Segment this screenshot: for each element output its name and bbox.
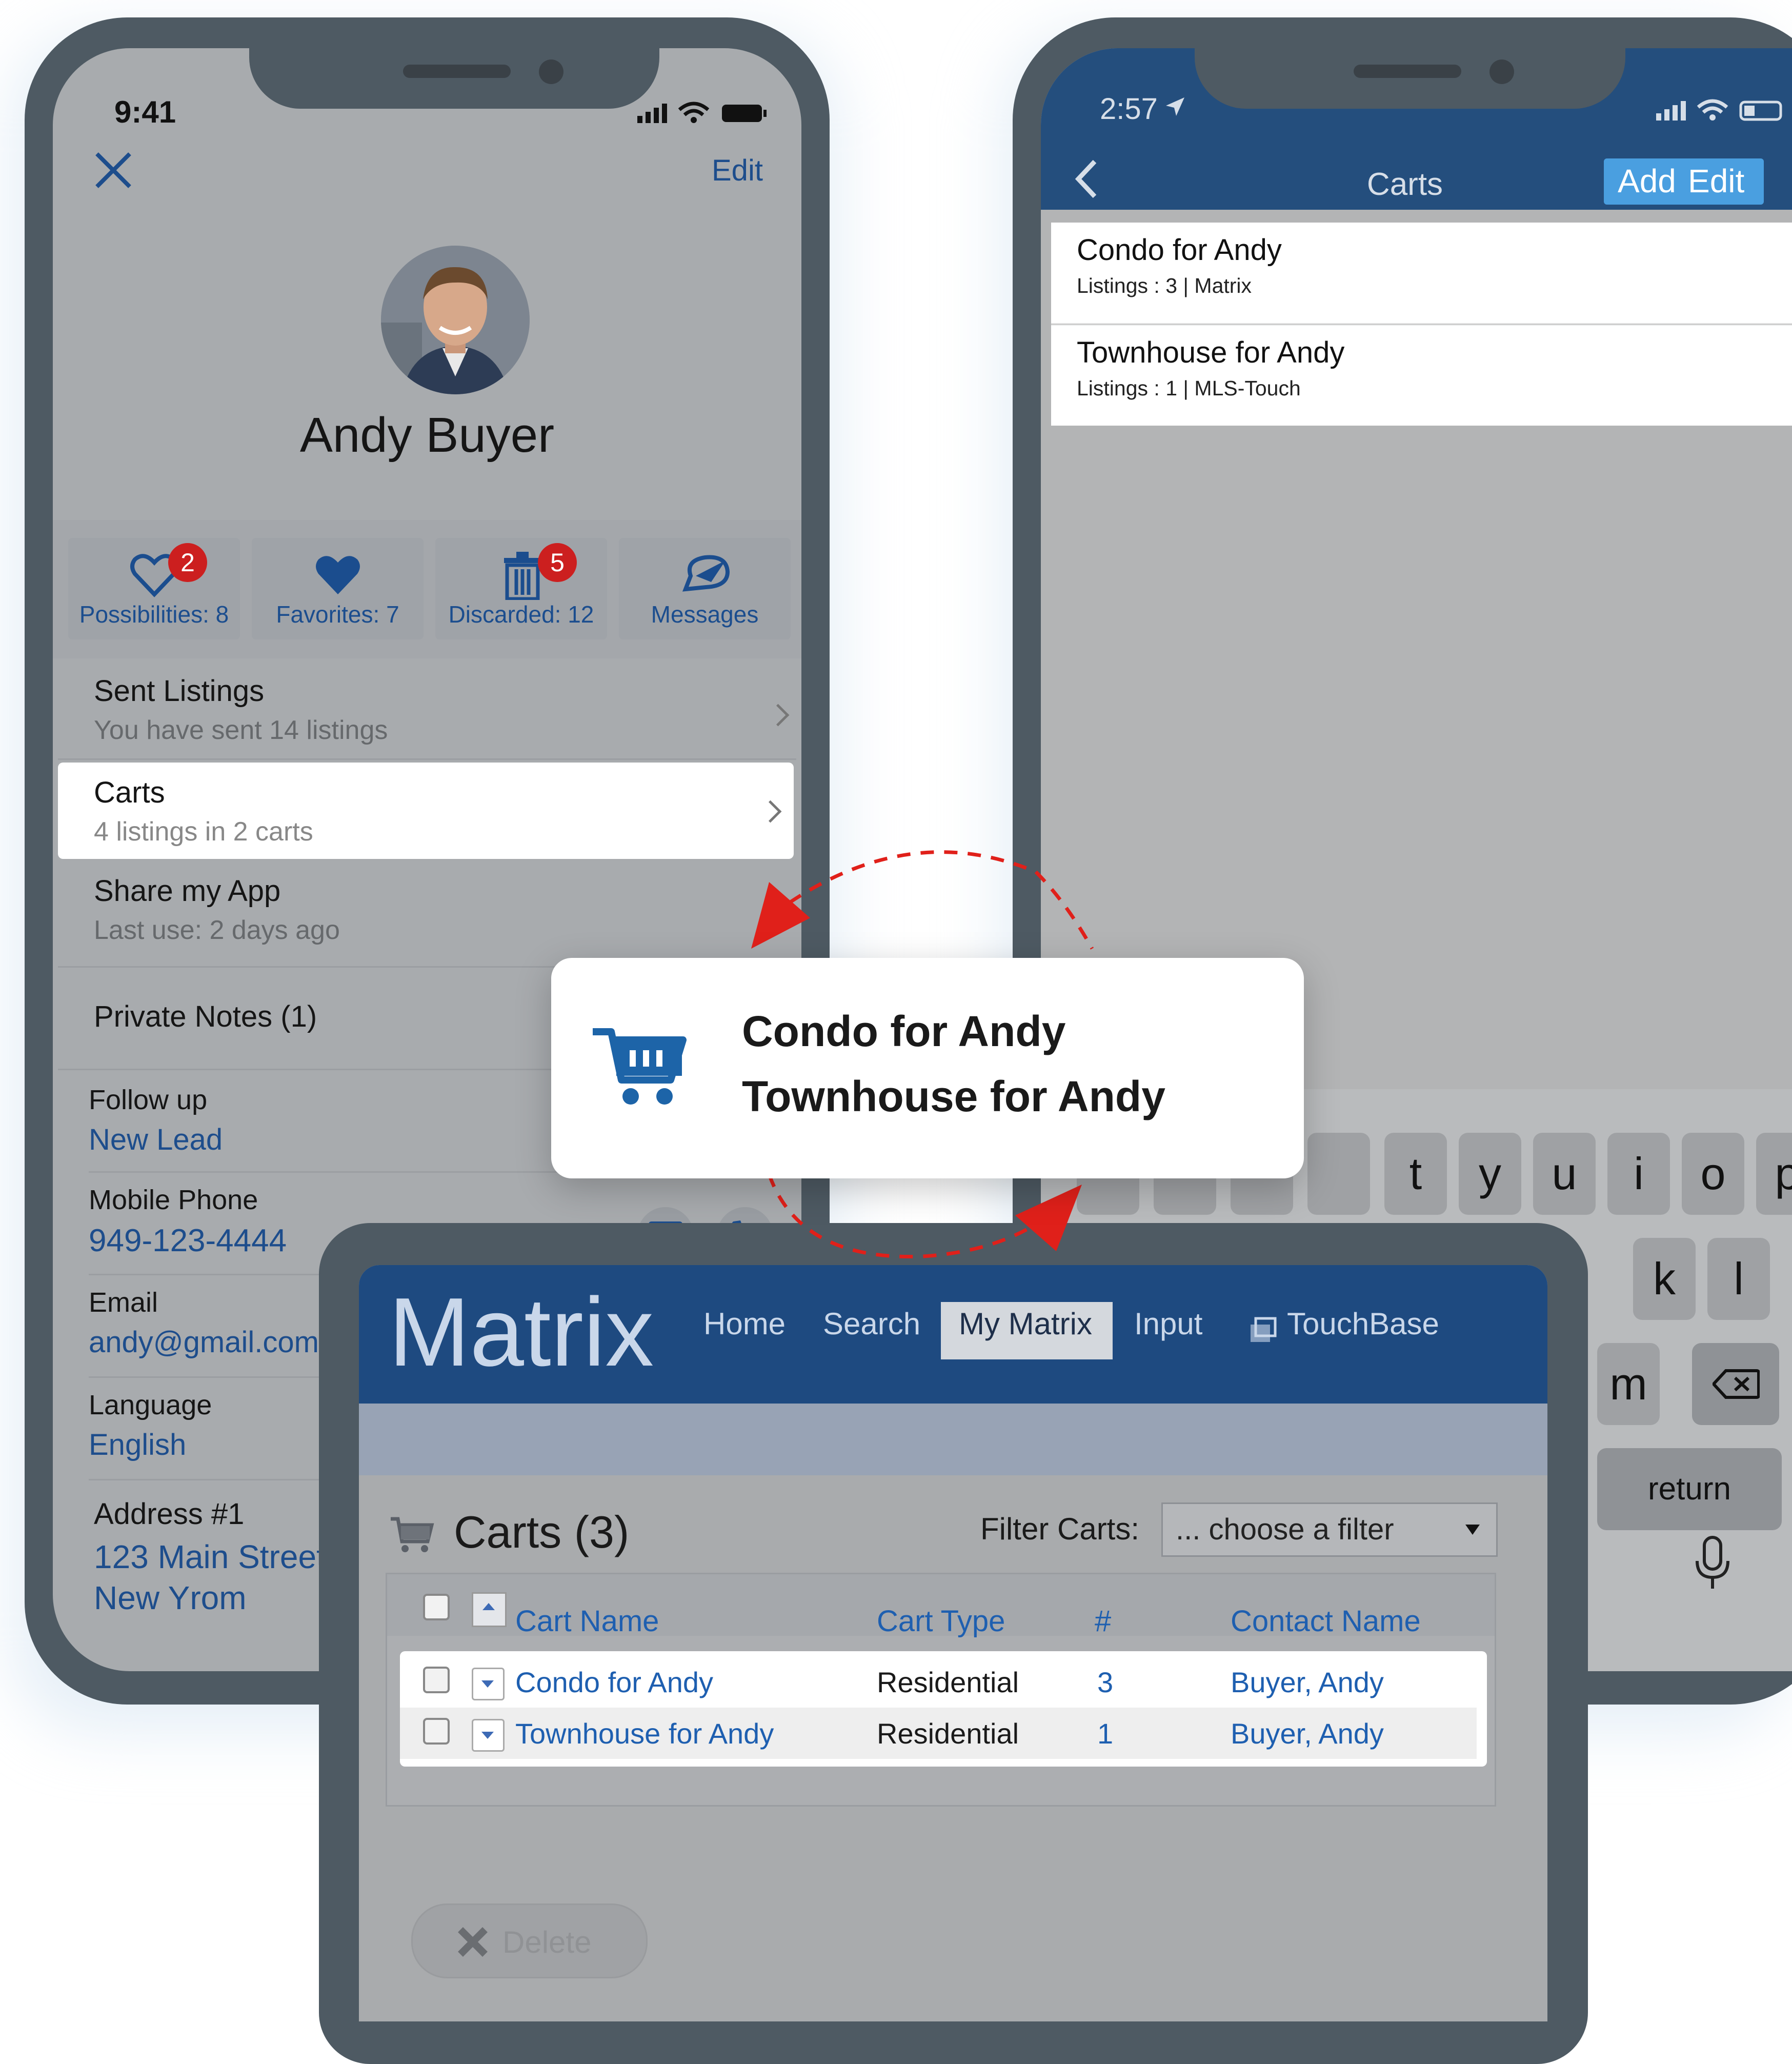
cart-icon	[593, 1028, 687, 1105]
popup-line1: Condo for Andy	[742, 1007, 1066, 1055]
sync-popup-card: Condo for Andy Townhouse for Andy	[551, 958, 1304, 1178]
popup-line2: Townhouse for Andy	[742, 1072, 1165, 1120]
